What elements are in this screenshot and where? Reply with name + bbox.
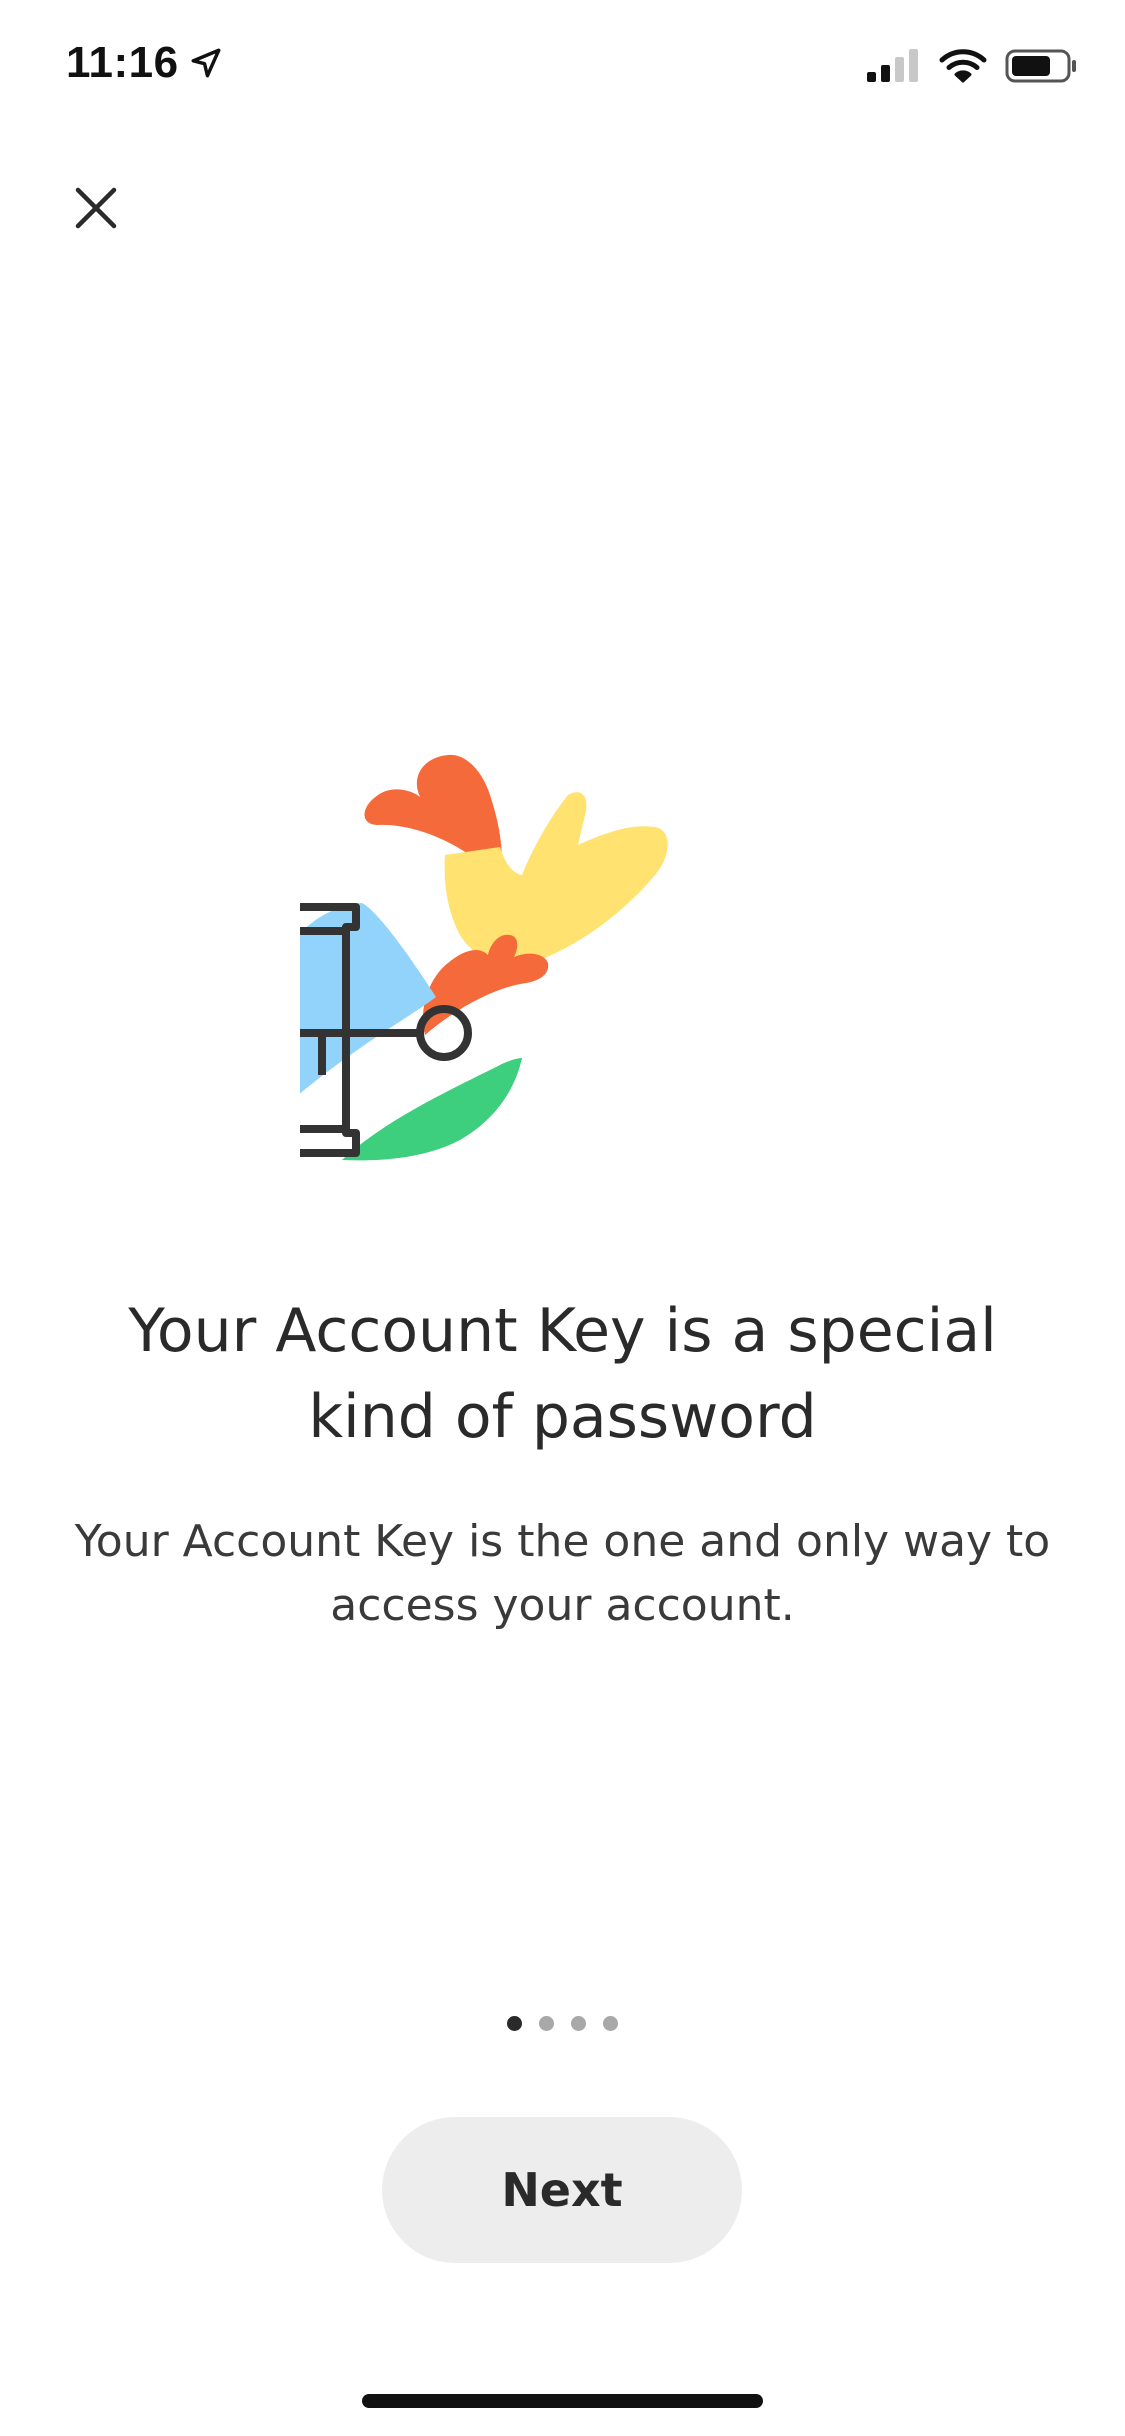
- description-text: Your Account Key is the one and only way…: [74, 1516, 1051, 1631]
- next-button[interactable]: Next: [382, 2117, 742, 2263]
- page-indicator: [0, 2016, 1125, 2031]
- status-bar: 11:16: [0, 0, 1125, 135]
- home-indicator[interactable]: [362, 2394, 763, 2408]
- page-title: Your Account Key is a special kind of pa…: [128, 1296, 997, 1452]
- status-time-group: 11:16: [66, 38, 223, 88]
- green-leaf-shape: [342, 1058, 522, 1161]
- status-indicators: [865, 48, 1079, 84]
- battery-icon: [1005, 49, 1076, 83]
- page-dot-3: [571, 2016, 586, 2031]
- signal-icon: [867, 49, 918, 82]
- status-time: 11:16: [66, 38, 179, 87]
- account-key-illustration: [300, 735, 820, 1165]
- page-dot-2: [539, 2016, 554, 2031]
- close-button[interactable]: [58, 170, 134, 246]
- wifi-icon: [939, 49, 987, 83]
- location-arrow-icon: [191, 48, 221, 78]
- close-icon: [75, 187, 117, 229]
- page-dot-1: [507, 2016, 522, 2031]
- page-dot-4: [603, 2016, 618, 2031]
- key-door-illustration-svg: [300, 754, 668, 1161]
